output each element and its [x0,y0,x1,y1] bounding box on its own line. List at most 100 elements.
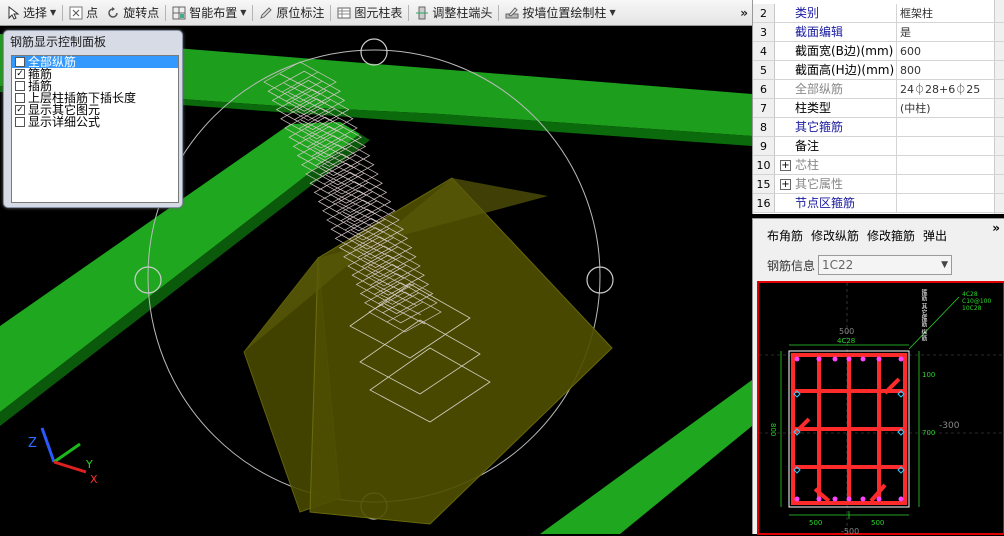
checkbox[interactable] [15,57,25,67]
section-drawing[interactable]: 500 4C28 500 500 -500 100 700 -300 800 4… [757,281,1004,536]
property-tree-gutter [775,4,795,22]
checkbox[interactable]: ✓ [15,69,25,79]
toolbar-divider [252,4,254,21]
property-name: 节点区箍筋 [795,194,897,212]
property-name: 截面编辑 [795,23,897,41]
property-row[interactable]: 2 类别 框架柱 [753,4,1004,23]
property-row[interactable]: 16 节点区箍筋 [753,194,1004,213]
toolbar-divider [498,4,500,21]
property-row-number: 2 [753,4,775,22]
toolbar-divider [330,4,332,21]
vertical-note-3: 纵筋 [920,329,927,341]
toolbar-overflow-button[interactable]: » [740,6,748,20]
toolbar-divider [165,4,167,21]
dim-right-main: 700 [922,429,936,437]
property-tree-gutter [775,137,795,155]
rotate-point-label: 旋转点 [123,6,160,20]
property-tree-gutter: + [775,175,795,193]
axis-triad [40,427,87,474]
property-row[interactable]: 4 截面宽(B边)(mm) 600 [753,42,1004,61]
property-tree-gutter [775,194,795,212]
section-canvas [759,283,1003,533]
grid-icon [172,6,186,20]
axis-label-y: Y [86,458,93,471]
checkbox[interactable] [15,93,25,103]
property-row[interactable]: 10 + 芯柱 [753,156,1004,175]
rebar-info-label: 钢筋信息 [767,258,816,273]
property-value[interactable]: 框架柱 [897,4,1004,22]
axis-label-x: X [90,473,98,486]
original-label-label: 原位标注 [276,6,325,20]
rebar-info-row: 钢筋信息 1C22 ▼ [767,255,953,275]
element-column-table-tool[interactable]: 图元柱表 [333,2,406,24]
control-panel-item-label: 显示详细公式 [28,115,101,129]
dim-top: 500 [839,327,855,336]
property-value[interactable]: 24⏀28+6⏀25 [897,80,1004,98]
rotate-point-tool[interactable]: 旋转点 [102,2,163,24]
property-value[interactable]: 是 [897,23,1004,41]
select-tool[interactable]: 选择 ▼ [2,2,60,24]
dimension-lines [780,296,960,519]
control-panel-list: 全部纵筋 ✓ 箍筋 插筋 上层柱插筋下插长度 ✓ 显示其它图元 显示详细公式 [11,55,179,203]
rebar-display-control-panel: 钢筋显示控制面板 全部纵筋 ✓ 箍筋 插筋 上层柱插筋下插长度 ✓ 显示其它图元 显示详细公式 [3,30,183,208]
rebar-info-value: 1C22 [822,258,854,272]
dim-left: 800 [769,423,777,437]
property-row[interactable]: 5 截面高(H边)(mm) 800 [753,61,1004,80]
checkbox[interactable] [15,117,25,127]
property-row[interactable]: 9 备注 [753,137,1004,156]
property-value[interactable]: (中柱) [897,99,1004,117]
checkbox[interactable] [15,81,25,91]
property-name: 柱类型 [795,99,897,117]
toolbar-divider [408,4,410,21]
property-row[interactable]: 6 全部纵筋 24⏀28+6⏀25 [753,80,1004,99]
property-value[interactable] [897,118,1004,136]
adjust-column-head-tool[interactable]: 调整柱端头 [411,2,496,24]
property-name: 全部纵筋 [795,80,897,98]
control-panel-title: 钢筋显示控制面板 [10,35,107,49]
rebar-notes: 4C28 C10@100 10C28 [962,291,991,312]
rotate-icon [106,6,120,20]
checkbox[interactable]: ✓ [15,105,25,115]
point-tool[interactable]: 点 [65,2,102,24]
property-row[interactable]: 8 其它箍筋 [753,118,1004,137]
editor-tab[interactable]: 修改纵筋 [811,227,859,244]
property-value[interactable] [897,175,1004,193]
property-value[interactable] [897,137,1004,155]
rebar-note-3: 10C28 [962,305,982,312]
property-row-number: 7 [753,99,775,117]
editor-overflow-button[interactable]: » [992,221,1000,235]
property-row[interactable]: 15 + 其它属性 [753,175,1004,194]
select-label: 选择 [23,6,48,20]
chevron-down-icon: ▼ [240,8,247,17]
property-row-number: 6 [753,80,775,98]
property-value[interactable]: 600 [897,42,1004,60]
property-row[interactable]: 3 截面编辑是 [753,23,1004,42]
original-label-tool[interactable]: 原位标注 [255,2,328,24]
rebar-note-2: C10@100 [962,298,992,305]
dim-bottom-total: -500 [841,527,860,536]
property-name: 截面高(H边)(mm) [795,61,897,79]
control-panel-item[interactable]: 显示详细公式 [12,116,178,128]
property-value[interactable] [897,156,1004,174]
point-label: 点 [86,6,99,20]
property-tree-gutter [775,61,795,79]
expand-icon[interactable]: + [780,179,791,190]
property-row[interactable]: 7 柱类型 (中柱) [753,99,1004,118]
property-name: 截面宽(B边)(mm) [795,42,897,60]
editor-tab[interactable]: 布角筋 [767,227,803,244]
editor-tab[interactable]: 修改箍筋 [867,227,915,244]
chevron-down-icon: ▼ [50,8,57,17]
smart-layout-tool[interactable]: 智能布置 ▼ [168,2,250,24]
rebar-note-1: 4C28 [962,291,978,298]
rebar-info-select[interactable]: 1C22 ▼ [818,255,953,275]
adjust-icon [415,6,429,20]
draw-by-wall-label: 按墙位置绘制柱 [522,6,607,20]
chevron-down-icon: ▼ [609,8,616,17]
property-value[interactable]: 800 [897,61,1004,79]
expand-icon[interactable]: + [780,160,791,171]
editor-tabs: 布角筋 修改纵筋 修改箍筋 弹出 [767,227,947,244]
draw-by-wall-tool[interactable]: 按墙位置绘制柱 ▼ [501,2,619,24]
vertical-note-1: 箍筋 [920,289,927,301]
editor-tab[interactable]: 弹出 [923,227,947,244]
property-value[interactable] [897,194,1004,212]
